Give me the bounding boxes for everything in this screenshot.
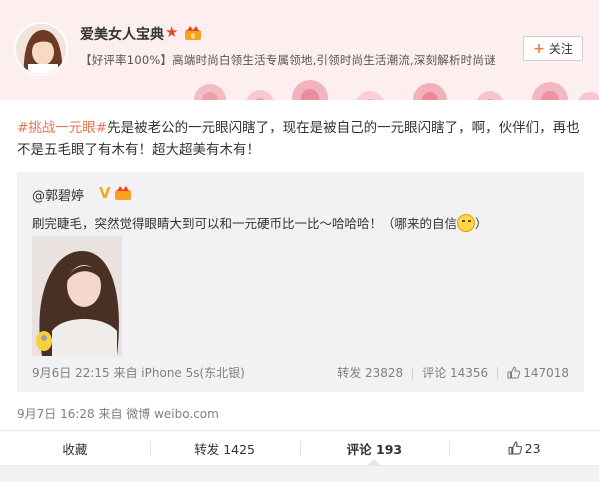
plus-icon: + bbox=[533, 40, 545, 57]
divider bbox=[497, 366, 499, 379]
thumb-up-icon bbox=[508, 441, 522, 455]
repost-body: 刷完睫毛，突然觉得眼睛大到可以和一元硬币比一比～哈哈哈！（哪来的自信 bbox=[32, 216, 458, 231]
repost-author-link[interactable]: @郭碧婷 bbox=[32, 185, 84, 204]
vip-crown-icon[interactable] bbox=[114, 185, 132, 201]
repost-body-end: ） bbox=[475, 216, 488, 231]
comment-label: 评论 193 bbox=[346, 441, 403, 457]
vip-crown-icon[interactable]: 6 bbox=[184, 25, 202, 41]
repost-text: 刷完睫毛，突然觉得眼睛大到可以和一元硬币比一比～哈哈哈！（哪来的自信 ） bbox=[32, 213, 488, 232]
post-text: #挑战一元眼#先是被老公的一元眼闪瞎了，现在是被自己的一元眼闪瞎了，啊，伙伴们，… bbox=[17, 117, 587, 161]
thumb-up-icon bbox=[507, 365, 521, 378]
avatar[interactable] bbox=[14, 22, 68, 76]
repost-photo[interactable] bbox=[32, 236, 122, 356]
collect-button[interactable]: 收藏 bbox=[0, 431, 150, 465]
repost-box: @郭碧婷 V 刷完睫毛，突然觉得眼睛大到可以和一元硬币比一比～哈哈哈！（哪来的自… bbox=[17, 172, 584, 392]
action-bar: 收藏 转发 1425 评论 193 23 bbox=[0, 430, 599, 465]
comment-button[interactable]: 评论 193 bbox=[299, 431, 450, 465]
svg-text:6: 6 bbox=[191, 34, 195, 41]
like-button[interactable]: 23 bbox=[449, 431, 599, 465]
repost-comment-link[interactable]: 评论 14356 bbox=[422, 364, 488, 381]
follow-label: 关注 bbox=[548, 42, 573, 56]
repost-meta[interactable]: 9月6日 22:15 来自 iPhone 5s(东北银) bbox=[32, 364, 245, 381]
post-meta[interactable]: 9月7日 16:28 来自 微博 weibo.com bbox=[17, 405, 219, 422]
rose-decoration-image bbox=[194, 80, 599, 100]
repost-badges: V bbox=[99, 185, 132, 201]
star-icon: ★ bbox=[165, 23, 179, 41]
follow-button[interactable]: + 关注 bbox=[523, 36, 583, 61]
smug-emoji-icon bbox=[457, 214, 476, 232]
collect-label: 收藏 bbox=[62, 441, 88, 457]
like-count: 23 bbox=[524, 440, 541, 456]
repost-forward-link[interactable]: 转发 23828 bbox=[337, 364, 403, 381]
repost-like-count: 147018 bbox=[523, 365, 569, 380]
account-name[interactable]: 爱美女人宝典 bbox=[80, 24, 164, 44]
verified-icon[interactable]: V bbox=[99, 185, 111, 201]
repost-actions: 转发 23828 评论 14356 147018 bbox=[337, 364, 569, 381]
forward-label: 转发 1425 bbox=[194, 441, 256, 457]
repost-like-link[interactable]: 147018 bbox=[507, 366, 569, 380]
comment-panel-edge bbox=[0, 465, 599, 482]
forward-button[interactable]: 转发 1425 bbox=[149, 431, 300, 465]
topic-link[interactable]: #挑战一元眼# bbox=[17, 120, 107, 136]
divider bbox=[412, 366, 414, 379]
profile-header: 爱美女人宝典 ★ 6 【好评率100%】高端时尚白领生活专属领地,引领时尚生活潮… bbox=[0, 0, 599, 100]
account-description: 【好评率100%】高端时尚白领生活专属领地,引领时尚生活潮流,深刻解析时尚谜 bbox=[80, 53, 496, 67]
